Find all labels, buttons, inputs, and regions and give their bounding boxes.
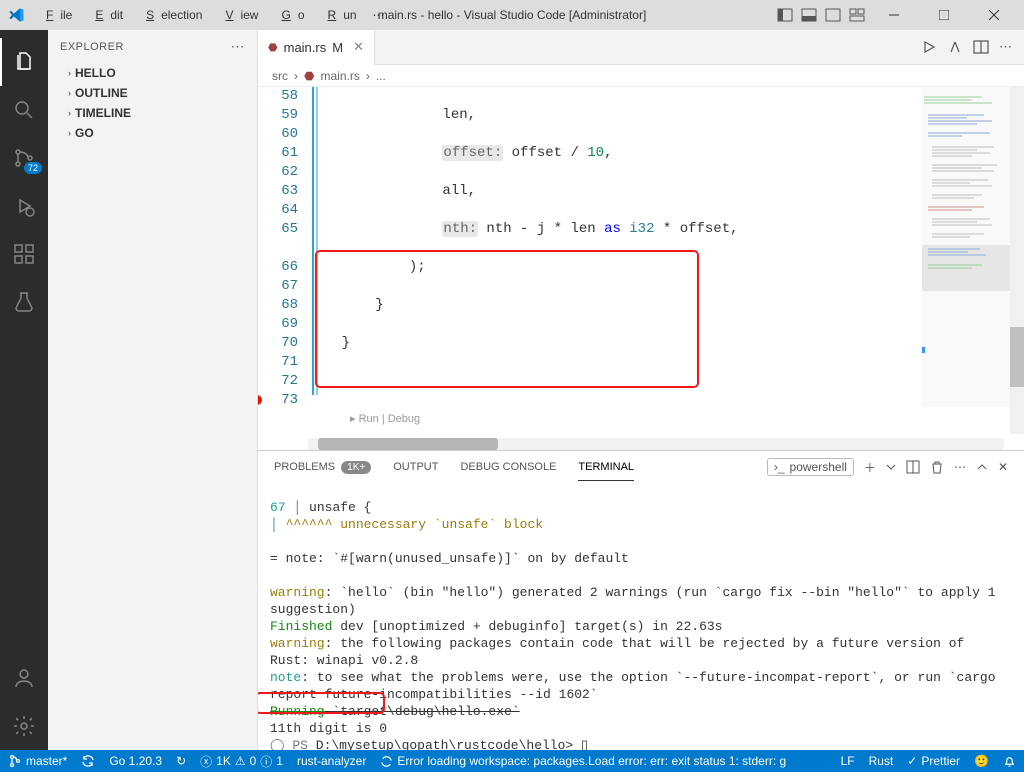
panel-maximize-icon[interactable] xyxy=(976,461,988,473)
search-icon[interactable] xyxy=(0,86,48,134)
explorer-sidebar: EXPLORER ⋯ ›HELLO ›OUTLINE ›TIMELINE ›GO xyxy=(48,30,258,750)
highlight-box-terminal xyxy=(258,692,385,714)
chevron-right-icon: › xyxy=(68,128,71,138)
rust-file-icon: ⬣ xyxy=(268,41,278,54)
line-number-gutter: 58 59 60 61 62 63 64 65 66 67 68 69 70 7… xyxy=(258,87,308,434)
editor-more-icon[interactable]: ⋯ xyxy=(999,39,1012,55)
status-problems[interactable]: ⓧ 1K ⚠ 0 ⓘ 1 xyxy=(200,753,283,770)
status-branch[interactable]: master* xyxy=(8,754,67,768)
new-terminal-icon[interactable]: ＋ xyxy=(864,459,876,476)
editor-vscroll[interactable] xyxy=(1010,87,1024,434)
highlight-box-code xyxy=(315,250,699,388)
editor-area: ⬣ main.rs M ✕ ⋯ src › ⬣ main.rs › ... 58 xyxy=(258,30,1024,750)
close-button[interactable] xyxy=(972,0,1016,30)
accounts-icon[interactable] xyxy=(0,654,48,702)
debug-icon[interactable] xyxy=(0,182,48,230)
tab-main-rs[interactable]: ⬣ main.rs M ✕ xyxy=(258,30,375,65)
editor-hscroll[interactable] xyxy=(308,438,1004,450)
layout-secondary-icon[interactable] xyxy=(824,6,842,24)
tab-close-icon[interactable]: ✕ xyxy=(353,39,364,55)
layout-panel-icon[interactable] xyxy=(800,6,818,24)
chevron-right-icon: › xyxy=(68,108,71,118)
minimize-button[interactable] xyxy=(872,0,916,30)
menu-file[interactable]: File xyxy=(32,6,79,24)
tree-folder-hello[interactable]: ›HELLO xyxy=(48,63,257,83)
maximize-button[interactable] xyxy=(922,0,966,30)
status-sync[interactable] xyxy=(81,754,95,768)
settings-gear-icon[interactable] xyxy=(0,702,48,750)
tree-go[interactable]: ›GO xyxy=(48,123,257,143)
status-error-message[interactable]: Error loading workspace: packages.Load e… xyxy=(380,754,786,768)
panel-more-icon[interactable]: ⋯ xyxy=(954,460,966,474)
problems-count-badge: 1K+ xyxy=(341,461,371,474)
terminal-shell-selector[interactable]: ›_powershell xyxy=(767,458,854,476)
terminal-icon: ›_ xyxy=(774,460,785,474)
sidebar-title: EXPLORER xyxy=(60,41,124,53)
tree-timeline[interactable]: ›TIMELINE xyxy=(48,103,257,123)
code-lens-run-debug[interactable]: ▸ Run | Debug xyxy=(350,413,420,425)
chevron-right-icon: › xyxy=(68,88,71,98)
tab-label: main.rs xyxy=(284,40,327,55)
terminal-dropdown-icon[interactable] xyxy=(886,462,896,472)
breadcrumb-symbol[interactable]: ... xyxy=(376,69,386,83)
window-title: main.rs - hello - Visual Studio Code [Ad… xyxy=(378,8,647,22)
program-output-line: 11th digit is 0 xyxy=(270,720,1008,737)
split-compare-icon[interactable] xyxy=(947,39,963,55)
layout-primary-icon[interactable] xyxy=(776,6,794,24)
breadcrumb-folder[interactable]: src xyxy=(272,69,288,83)
vscode-logo-icon xyxy=(8,7,24,23)
terminal-output[interactable]: 67 │ unsafe { │ ^^^^^^ unnecessary `unsa… xyxy=(258,483,1024,750)
status-language[interactable]: Rust xyxy=(869,754,894,768)
panel-tab-terminal[interactable]: TERMINAL xyxy=(578,461,634,473)
panel-tab-output[interactable]: OUTPUT xyxy=(393,461,438,473)
menu-bar: File Edit Selection View Go Run ⋯ xyxy=(32,6,392,24)
rust-file-icon: ⬣ xyxy=(304,69,314,83)
source-control-icon[interactable]: 72 xyxy=(0,134,48,182)
minimap[interactable] xyxy=(922,87,1010,407)
status-go-version[interactable]: Go 1.20.3 xyxy=(109,754,162,768)
editor-tabs: ⬣ main.rs M ✕ ⋯ xyxy=(258,30,1024,65)
kill-terminal-icon[interactable] xyxy=(930,460,944,474)
scm-badge: 72 xyxy=(24,162,42,174)
extensions-icon[interactable] xyxy=(0,230,48,278)
title-bar: File Edit Selection View Go Run ⋯ main.r… xyxy=(0,0,1024,30)
split-terminal-icon[interactable] xyxy=(906,460,920,474)
status-prettier[interactable]: ✓ Prettier xyxy=(907,754,960,768)
run-icon[interactable] xyxy=(921,39,937,55)
menu-run[interactable]: Run xyxy=(314,6,364,24)
status-bar: master* Go 1.20.3 ↻ ⓧ 1K ⚠ 0 ⓘ 1 rust-an… xyxy=(0,750,1024,772)
split-editor-icon[interactable] xyxy=(973,39,989,55)
explorer-icon[interactable] xyxy=(0,38,48,86)
status-rust-analyzer[interactable]: rust-analyzer xyxy=(297,754,366,768)
activity-bar: 72 xyxy=(0,30,48,750)
status-eol[interactable]: LF xyxy=(841,754,855,768)
sidebar-more-icon[interactable]: ⋯ xyxy=(231,38,246,55)
status-go-update[interactable]: ↻ xyxy=(176,754,186,768)
menu-go[interactable]: Go xyxy=(267,6,311,24)
status-feedback-icon[interactable]: 🙂 xyxy=(974,754,989,768)
status-bell-icon[interactable] xyxy=(1003,754,1016,768)
menu-view[interactable]: View xyxy=(211,6,265,24)
testing-icon[interactable] xyxy=(0,278,48,326)
panel-close-icon[interactable]: ✕ xyxy=(998,460,1008,474)
panel-tab-problems[interactable]: PROBLEMS1K+ xyxy=(274,461,371,474)
cursor: ▯ xyxy=(581,738,588,750)
menu-selection[interactable]: Selection xyxy=(132,6,209,24)
breadcrumb[interactable]: src › ⬣ main.rs › ... xyxy=(258,65,1024,87)
panel-tab-debug-console[interactable]: DEBUG CONSOLE xyxy=(460,461,556,473)
breadcrumb-file[interactable]: main.rs xyxy=(320,69,359,83)
tree-outline[interactable]: ›OUTLINE xyxy=(48,83,257,103)
tab-modified-indicator: M xyxy=(332,40,343,55)
menu-edit[interactable]: Edit xyxy=(81,6,130,24)
chevron-right-icon: › xyxy=(68,68,71,78)
bottom-panel: PROBLEMS1K+ OUTPUT DEBUG CONSOLE TERMINA… xyxy=(258,450,1024,750)
code-editor[interactable]: 58 59 60 61 62 63 64 65 66 67 68 69 70 7… xyxy=(258,87,1024,434)
layout-custom-icon[interactable] xyxy=(848,6,866,24)
